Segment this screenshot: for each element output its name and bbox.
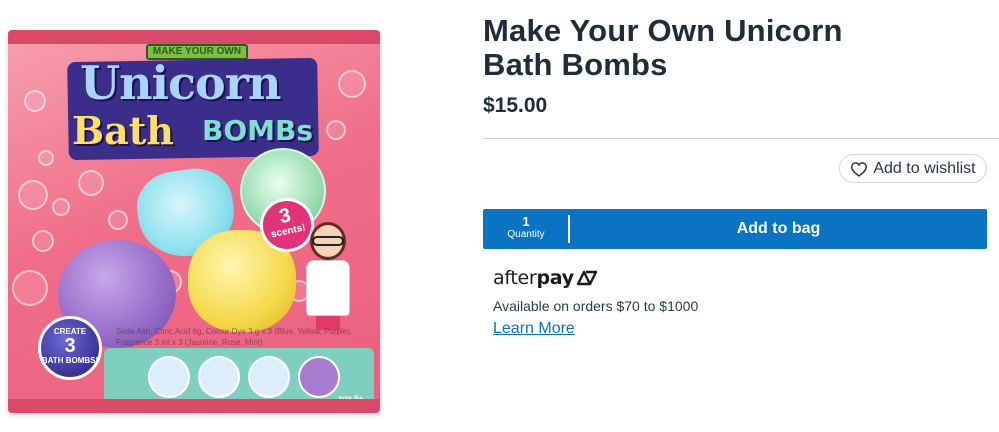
- product-title: Make Your Own Unicorn Bath Bombs: [483, 14, 903, 82]
- quantity-selector[interactable]: 1 Quantity: [483, 209, 569, 249]
- step-image-1: [148, 356, 190, 398]
- step-image-4: [298, 356, 340, 398]
- box-title-unicorn: Unicorn: [80, 56, 281, 110]
- quantity-value: 1: [522, 214, 530, 229]
- box-title-bombs: BOMBs: [202, 114, 314, 147]
- product-price: $15.00: [483, 94, 548, 117]
- afterpay-arrows-icon: [576, 270, 597, 286]
- wishlist-label: Add to wishlist: [873, 159, 976, 177]
- learn-more-link[interactable]: Learn More: [493, 320, 575, 338]
- add-to-bag-label: Add to bag: [736, 220, 821, 237]
- divider: [483, 138, 999, 139]
- add-to-bag-button[interactable]: 1 Quantity Add to bag: [483, 209, 987, 249]
- afterpay-logo: after pay: [493, 266, 598, 290]
- step-image-2: [198, 356, 240, 398]
- create-badge: CREATE 3 BATH BOMBS!: [38, 316, 102, 380]
- product-title-line2: Bath Bombs: [483, 47, 668, 82]
- afterpay-availability: Available on orders $70 to $1000: [493, 298, 699, 314]
- box-title-bath: Bath: [72, 108, 174, 153]
- quantity-label: Quantity: [507, 229, 545, 240]
- product-box-art: MAKE YOUR OWN Unicorn Bath BOMBs 3 scent…: [8, 30, 380, 413]
- product-image[interactable]: MAKE YOUR OWN Unicorn Bath BOMBs 3 scent…: [8, 30, 380, 413]
- heart-icon: [851, 161, 868, 177]
- product-title-line1: Make Your Own Unicorn: [483, 13, 843, 48]
- box-bottom-edge: [8, 399, 380, 413]
- add-to-wishlist-button[interactable]: Add to wishlist: [839, 154, 987, 183]
- scientist-illustration: [298, 222, 358, 330]
- step-image-3: [248, 356, 290, 398]
- ingredients-text: Soda Ash, Citric Acid 6g, Colour Dye 3 g…: [116, 327, 353, 347]
